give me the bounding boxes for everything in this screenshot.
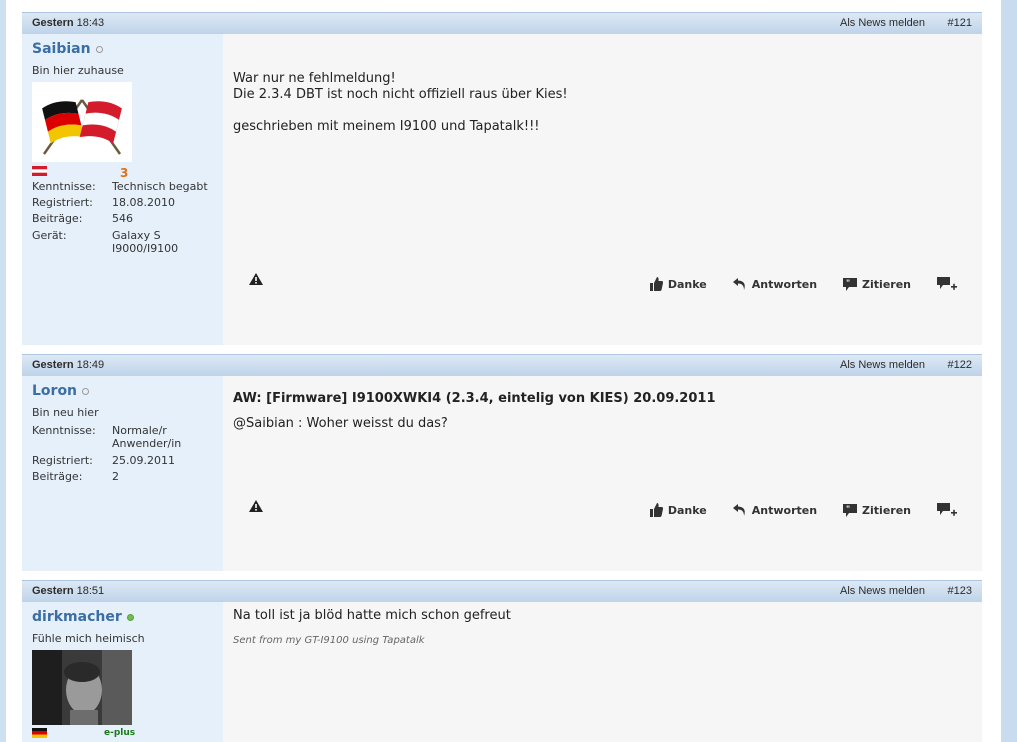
post-message: War nur ne fehlmeldung! Die 2.3.4 DBT is… xyxy=(233,71,568,134)
user-info-panel: dirkmacher Fühle mich heimisch e-plus xyxy=(22,602,223,742)
germany-flag-icon xyxy=(32,728,47,738)
post-date: Gestern 18:51 xyxy=(32,585,105,597)
user-rank: Fühle mich heimisch xyxy=(32,632,145,645)
post-header: Gestern 18:49 Als News melden #122 xyxy=(22,354,982,376)
post-actions: Danke Antworten " Zitieren xyxy=(624,275,962,293)
report-as-news-link[interactable]: Als News melden xyxy=(840,355,925,376)
page-right-border xyxy=(1001,0,1017,742)
post-number-link[interactable]: #123 xyxy=(948,581,972,602)
user-fields: Kenntnisse: Technisch begabt Registriert:… xyxy=(32,179,222,255)
field-row: Registriert: 18.08.2010 xyxy=(32,196,175,209)
user-rank: Bin neu hier xyxy=(32,406,99,419)
quote-button[interactable]: " Zitieren xyxy=(843,503,911,517)
post-122: Gestern 18:49 Als News melden #122 Loron… xyxy=(22,354,982,571)
svg-text:": " xyxy=(846,278,850,287)
report-as-news-link[interactable]: Als News melden xyxy=(840,13,925,34)
post-body: dirkmacher Fühle mich heimisch e-plus Na… xyxy=(22,602,982,742)
post-number-link[interactable]: #122 xyxy=(948,355,972,376)
warning-icon[interactable] xyxy=(249,500,263,512)
user-info-panel: Loron Bin neu hier Kenntnisse: Normale/r … xyxy=(22,376,223,571)
field-row: Gerät: Galaxy S I9000/I9100 xyxy=(32,229,179,255)
username-link[interactable]: dirkmacher xyxy=(32,609,134,625)
username-link[interactable]: Loron xyxy=(32,383,90,399)
reply-arrow-icon xyxy=(732,504,745,516)
top-pagination-remnant xyxy=(376,0,716,4)
thumbs-up-icon xyxy=(649,503,663,517)
post-header: Gestern 18:51 Als News melden #123 xyxy=(22,580,982,602)
online-status-icon xyxy=(126,613,134,621)
reply-button[interactable]: Antworten xyxy=(732,503,817,517)
reply-button[interactable]: Antworten xyxy=(732,277,817,291)
avatar[interactable] xyxy=(32,82,132,162)
post-signature: Sent from my GT-I9100 using Tapatalk xyxy=(233,635,425,646)
thumbs-up-icon xyxy=(649,277,663,291)
post-date: Gestern 18:49 xyxy=(32,359,105,371)
portrait-avatar-image xyxy=(32,650,132,725)
offline-status-icon xyxy=(95,45,103,53)
user-icons: 3 xyxy=(32,166,222,180)
user-rank: Bin hier zuhause xyxy=(32,64,124,77)
reply-arrow-icon xyxy=(732,278,745,290)
quote-button[interactable]: " Zitieren xyxy=(843,277,911,291)
avatar[interactable] xyxy=(32,650,132,725)
user-icons: e-plus xyxy=(32,728,222,742)
field-row: Kenntnisse: Normale/r Anwender/in xyxy=(32,424,182,450)
quote-bubble-icon: " xyxy=(843,503,858,517)
post-body: Saibian Bin hier zuhause 3 Kenntnisse: T… xyxy=(22,34,982,345)
post-header: Gestern 18:43 Als News melden #121 xyxy=(22,12,982,34)
thanks-button[interactable]: Danke xyxy=(649,277,707,291)
warning-icon[interactable] xyxy=(249,273,263,285)
post-message: Na toll ist ja blöd hatte mich schon gef… xyxy=(233,608,511,623)
field-row: Kenntnisse: Technisch begabt xyxy=(32,180,208,193)
flags-avatar-image xyxy=(32,82,132,162)
post-body: Loron Bin neu hier Kenntnisse: Normale/r … xyxy=(22,376,982,571)
field-row: Registriert: 25.09.2011 xyxy=(32,454,175,467)
provider-badge-icon: 3 xyxy=(120,166,129,180)
post-content: War nur ne fehlmeldung! Die 2.3.4 DBT is… xyxy=(233,71,972,135)
multiquote-plus-icon xyxy=(937,276,957,290)
multiquote-button[interactable] xyxy=(937,502,962,518)
quote-bubble-icon: " xyxy=(843,277,858,291)
field-row: Beiträge: 2 xyxy=(32,470,119,483)
field-row: Beiträge: 546 xyxy=(32,212,133,225)
post-123: Gestern 18:51 Als News melden #123 dirkm… xyxy=(22,580,982,742)
multiquote-button[interactable] xyxy=(937,276,962,292)
user-fields: Kenntnisse: Normale/r Anwender/in Registr… xyxy=(32,424,222,485)
post-content: Na toll ist ja blöd hatte mich schon gef… xyxy=(233,608,972,646)
provider-badge-icon: e-plus xyxy=(104,728,136,738)
post-content: AW: [Firmware] I9100XWKI4 (2.3.4, eintel… xyxy=(233,391,972,432)
post-date: Gestern 18:43 xyxy=(32,17,105,29)
austria-flag-icon xyxy=(32,166,47,176)
post-message: @Saibian : Woher weisst du das? xyxy=(233,416,448,431)
user-info-panel: Saibian Bin hier zuhause 3 Kenntnisse: T… xyxy=(22,34,223,345)
thanks-button[interactable]: Danke xyxy=(649,503,707,517)
offline-status-icon xyxy=(82,387,90,395)
report-as-news-link[interactable]: Als News melden xyxy=(840,581,925,602)
post-actions: Danke Antworten " Zitieren xyxy=(624,501,962,519)
svg-text:": " xyxy=(846,504,850,513)
post-121: Gestern 18:43 Als News melden #121 Saibi… xyxy=(22,12,982,345)
username-link[interactable]: Saibian xyxy=(32,41,103,57)
post-title: AW: [Firmware] I9100XWKI4 (2.3.4, eintel… xyxy=(233,391,716,406)
multiquote-plus-icon xyxy=(937,502,957,516)
forum-thread: Gestern 18:43 Als News melden #121 Saibi… xyxy=(6,0,1001,742)
post-number-link[interactable]: #121 xyxy=(948,13,972,34)
